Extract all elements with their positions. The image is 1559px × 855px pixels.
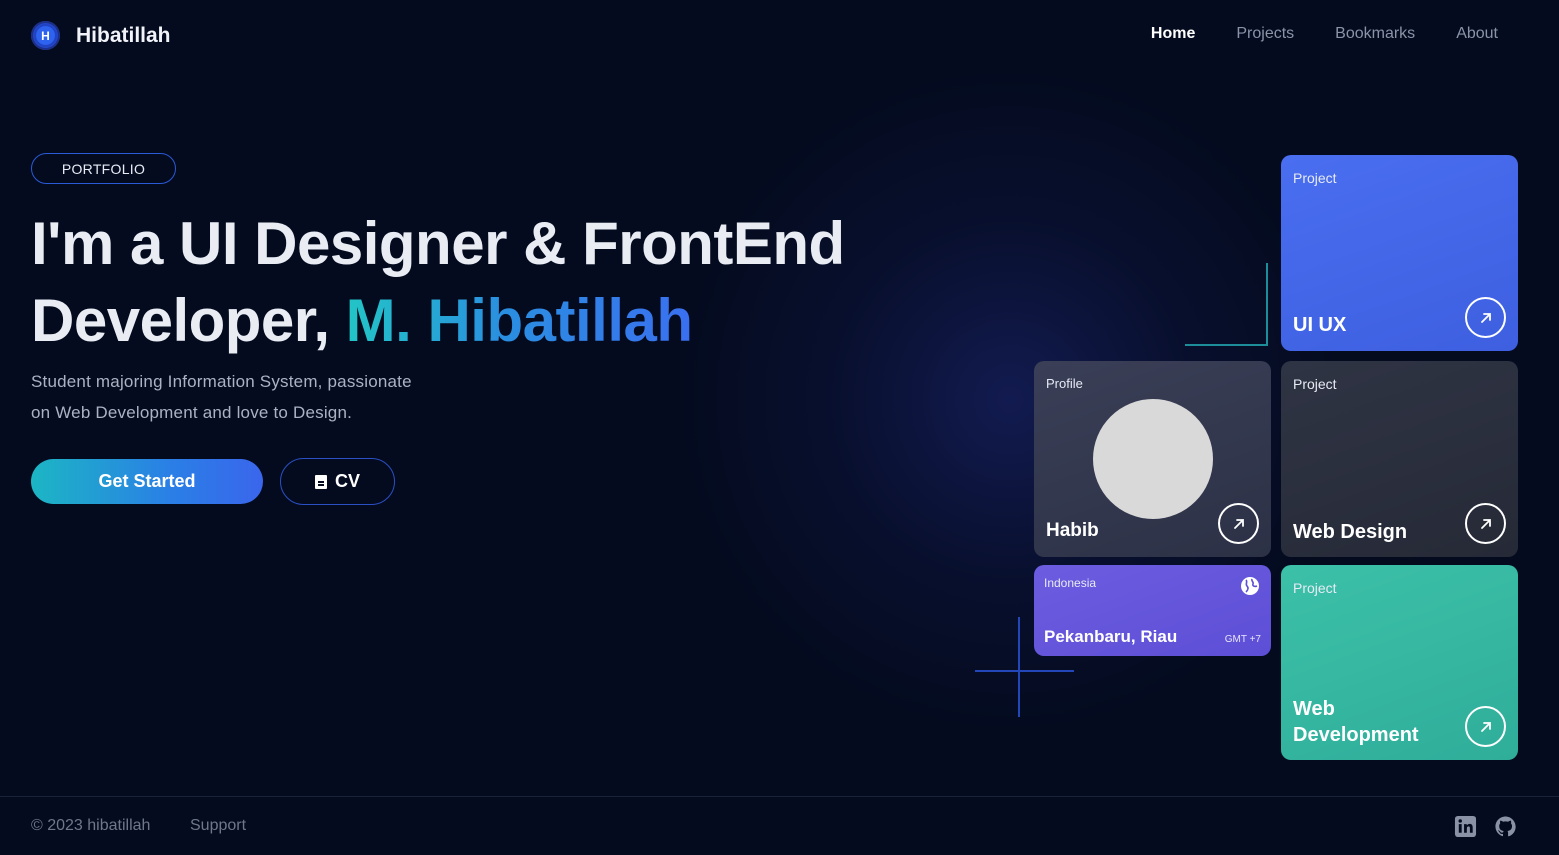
card-location: Indonesia Pekanbaru, Riau GMT +7	[1034, 565, 1271, 656]
footer-support-link[interactable]: Support	[190, 817, 246, 835]
linkedin-icon[interactable]	[1454, 815, 1477, 838]
file-icon	[314, 474, 327, 489]
get-started-button[interactable]: Get Started	[31, 459, 263, 504]
headline-line-1: I'm a UI Designer & FrontEnd	[31, 210, 845, 277]
card-web-development-kicker: Project	[1293, 580, 1337, 596]
arrow-up-right-icon[interactable]	[1465, 706, 1506, 747]
headline-name: M. Hibatillah	[345, 287, 693, 354]
deco-corner-vertical	[1266, 263, 1268, 346]
cv-button[interactable]: CV	[280, 458, 395, 505]
avatar	[1093, 399, 1213, 519]
subtitle-line-2: on Web Development and love to Design.	[31, 403, 353, 422]
footer-copyright: © 2023 hibatillah	[31, 817, 151, 834]
card-web-development[interactable]: Project Web Development	[1281, 565, 1518, 760]
nav-projects[interactable]: Projects	[1236, 25, 1294, 43]
location-country: Indonesia	[1044, 576, 1097, 590]
page: H Hibatillah Home Projects Bookmarks Abo…	[0, 0, 1559, 855]
card-uiux-kicker: Project	[1293, 170, 1337, 186]
card-profile-title: Habib	[1046, 520, 1099, 541]
deco-cross-vertical	[1018, 617, 1020, 717]
globe-icon	[1241, 577, 1259, 595]
nav-bookmarks[interactable]: Bookmarks	[1335, 25, 1415, 43]
nav-home[interactable]: Home	[1151, 25, 1195, 43]
logo-mark-icon: H	[31, 21, 60, 50]
card-web-design-title: Web Design	[1293, 521, 1408, 543]
card-uiux-title: UI UX	[1293, 314, 1347, 336]
card-web-design-kicker: Project	[1293, 376, 1337, 392]
deco-corner-horizontal	[1185, 344, 1268, 346]
arrow-up-right-icon[interactable]	[1465, 297, 1506, 338]
headline-line-2-prefix: Developer,	[31, 287, 346, 354]
cv-button-label: CV	[334, 471, 360, 491]
location-timezone: GMT +7	[1224, 634, 1261, 645]
hero-headline: I'm a UI Designer & FrontEnd Developer, …	[31, 205, 845, 359]
github-icon[interactable]	[1494, 815, 1517, 838]
web-dev-title-line-1: Web	[1293, 698, 1335, 720]
card-web-design[interactable]: Project Web Design	[1281, 361, 1518, 557]
hero-subtitle: Student majoring Information System, pas…	[31, 366, 501, 428]
brand-name: Hibatillah	[76, 23, 171, 47]
brand-logo[interactable]: H Hibatillah	[31, 21, 171, 50]
arrow-up-right-icon[interactable]	[1218, 503, 1259, 544]
subtitle-line-1: Student majoring Information System, pas…	[31, 372, 412, 391]
nav-about[interactable]: About	[1456, 25, 1498, 43]
card-uiux[interactable]: Project UI UX	[1281, 155, 1518, 351]
portfolio-badge: PORTFOLIO	[31, 153, 176, 184]
footer-divider	[0, 796, 1559, 797]
card-profile[interactable]: Profile Habib	[1034, 361, 1271, 557]
arrow-up-right-icon[interactable]	[1465, 503, 1506, 544]
card-web-development-title: Web Development	[1293, 696, 1419, 748]
web-dev-title-line-2: Development	[1293, 724, 1419, 746]
deco-cross-horizontal	[975, 670, 1074, 672]
card-profile-kicker: Profile	[1046, 376, 1083, 391]
location-city: Pekanbaru, Riau	[1044, 627, 1178, 646]
main-nav: Home Projects Bookmarks About	[1151, 25, 1498, 43]
